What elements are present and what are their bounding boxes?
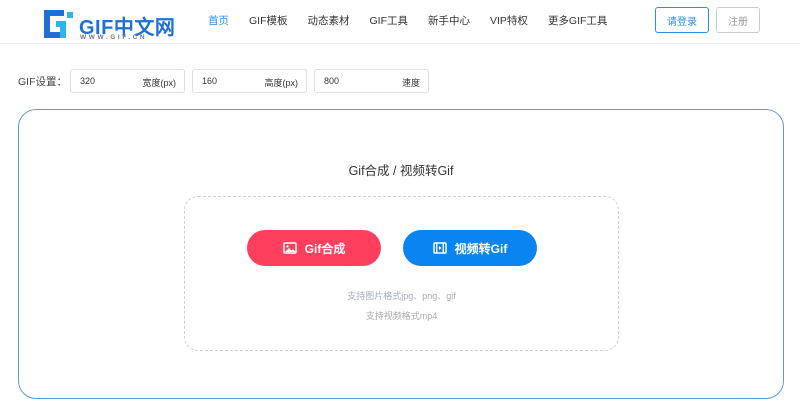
video-format-hint: 支持视频格式mp4	[365, 311, 438, 321]
site-header: GIF中文网 WWW.GIF.CN 首页 GIF模板 动态素材 GIF工具 新手…	[0, 0, 800, 44]
site-logo[interactable]: GIF中文网 WWW.GIF.CN	[43, 9, 175, 43]
speed-input[interactable]	[315, 70, 428, 92]
nav-item-gif-templates[interactable]: GIF模板	[249, 13, 288, 28]
nav-item-home[interactable]: 首页	[208, 13, 229, 28]
card-title: Gif合成 / 视频转Gif	[348, 164, 454, 178]
video-to-gif-button[interactable]: 视频转Gif	[403, 230, 537, 266]
nav-item-dynamic-materials[interactable]: 动态素材	[308, 13, 350, 28]
nav-item-gif-tools[interactable]: GIF工具	[370, 13, 409, 28]
upload-dropzone[interactable]: Gif合成 视频转Gif 支持图片格式jpg、png、gif 支持视频格式mp4	[184, 196, 619, 351]
gif-compose-label: Gif合成	[304, 241, 346, 256]
logo-mark-icon	[44, 10, 73, 38]
upload-card: Gif合成 / 视频转Gif Gif合成 视频转Gif 支持图片格式jpg、pn…	[18, 109, 784, 399]
nav-item-vip[interactable]: VIP特权	[490, 13, 528, 28]
nav-item-more-tools[interactable]: 更多GIF工具	[548, 13, 608, 28]
login-button[interactable]: 请登录	[655, 7, 709, 33]
main-nav: 首页 GIF模板 动态素材 GIF工具 新手中心 VIP特权 更多GIF工具	[198, 0, 617, 40]
width-input[interactable]	[71, 70, 184, 92]
nav-item-beginner-center[interactable]: 新手中心	[428, 13, 470, 28]
logo-subtitle: WWW.GIF.CN	[80, 34, 148, 41]
height-input[interactable]	[193, 70, 306, 92]
height-field[interactable]: 高度(px)	[192, 69, 307, 93]
gif-settings: GIF设置： 宽度(px) 高度(px) 速度	[18, 69, 436, 93]
image-format-hint: 支持图片格式jpg、png、gif	[347, 291, 456, 301]
register-button[interactable]: 注册	[716, 7, 760, 33]
video-to-gif-label: 视频转Gif	[454, 241, 508, 256]
video-icon	[432, 241, 447, 255]
gif-compose-button[interactable]: Gif合成	[247, 230, 381, 266]
width-field[interactable]: 宽度(px)	[70, 69, 185, 93]
image-icon	[282, 241, 297, 255]
gif-settings-label: GIF设置：	[18, 75, 67, 88]
speed-field[interactable]: 速度	[314, 69, 429, 93]
